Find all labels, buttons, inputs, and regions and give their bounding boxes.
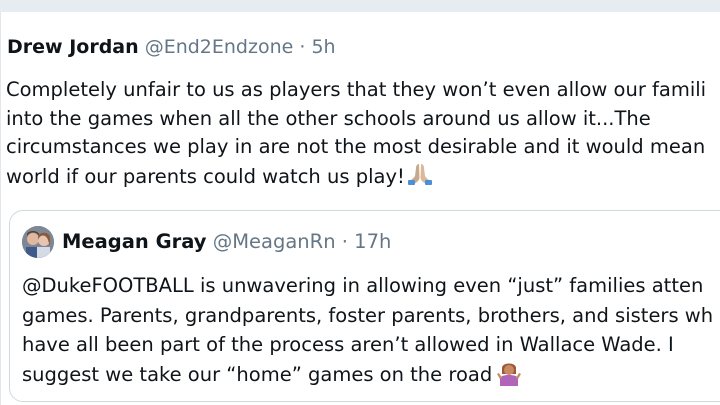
tweet-text-line: world if our parents could watch us play…: [6, 164, 405, 188]
quoted-author-handle[interactable]: @MeaganRn: [213, 230, 336, 253]
author-name[interactable]: Drew Jordan: [7, 36, 139, 58]
quoted-tweet[interactable]: Meagan Gray @MeaganRn · 17h @DukeFOOTBAL…: [9, 210, 720, 402]
timeline-background: [0, 0, 720, 12]
tweet-text: Completely unfair to us as players that …: [6, 76, 720, 191]
quoted-text-line: games. Parents, grandparents, foster par…: [22, 303, 714, 327]
avatar-photo-icon: [22, 226, 54, 258]
tweet-text-line: Completely unfair to us as players that …: [6, 78, 707, 101]
tweet-text-line: circumstances we play in are not the mos…: [6, 135, 706, 158]
quoted-text-line-last: suggest we take our “home” games on the …: [22, 360, 720, 390]
avatar[interactable]: [22, 226, 54, 258]
quoted-text-line: suggest we take our “home” games on the …: [22, 362, 493, 386]
separator-dot: ·: [341, 230, 348, 253]
quoted-author-name[interactable]: Meagan Gray: [62, 230, 206, 253]
quoted-tweet-text: @DukeFOOTBALL is unwavering in allowing …: [22, 271, 720, 389]
tweet-timestamp[interactable]: 5h: [311, 36, 335, 58]
quoted-text-line: @DukeFOOTBALL is unwavering in allowing …: [22, 274, 704, 297]
tweet-text-line-last: world if our parents could watch us play…: [6, 162, 720, 192]
quoted-tweet-header: Meagan Gray @MeaganRn · 17h: [62, 229, 391, 255]
tweet-header: Drew Jordan @End2Endzone · 5h: [7, 34, 336, 60]
person-shrugging-icon: [497, 363, 522, 386]
separator-dot: ·: [299, 36, 306, 58]
twitter-screenshot: Drew Jordan @End2Endzone · 5h Completely…: [0, 0, 720, 405]
quoted-tweet-timestamp[interactable]: 17h: [354, 230, 391, 253]
tweet-text-line: into the games when all the other school…: [6, 106, 651, 130]
tweet[interactable]: Drew Jordan @End2Endzone · 5h Completely…: [0, 12, 720, 405]
author-handle[interactable]: @End2Endzone: [145, 36, 294, 58]
folded-hands-icon: [407, 163, 432, 185]
quoted-text-line: have all been part of the process aren’t…: [22, 333, 674, 356]
